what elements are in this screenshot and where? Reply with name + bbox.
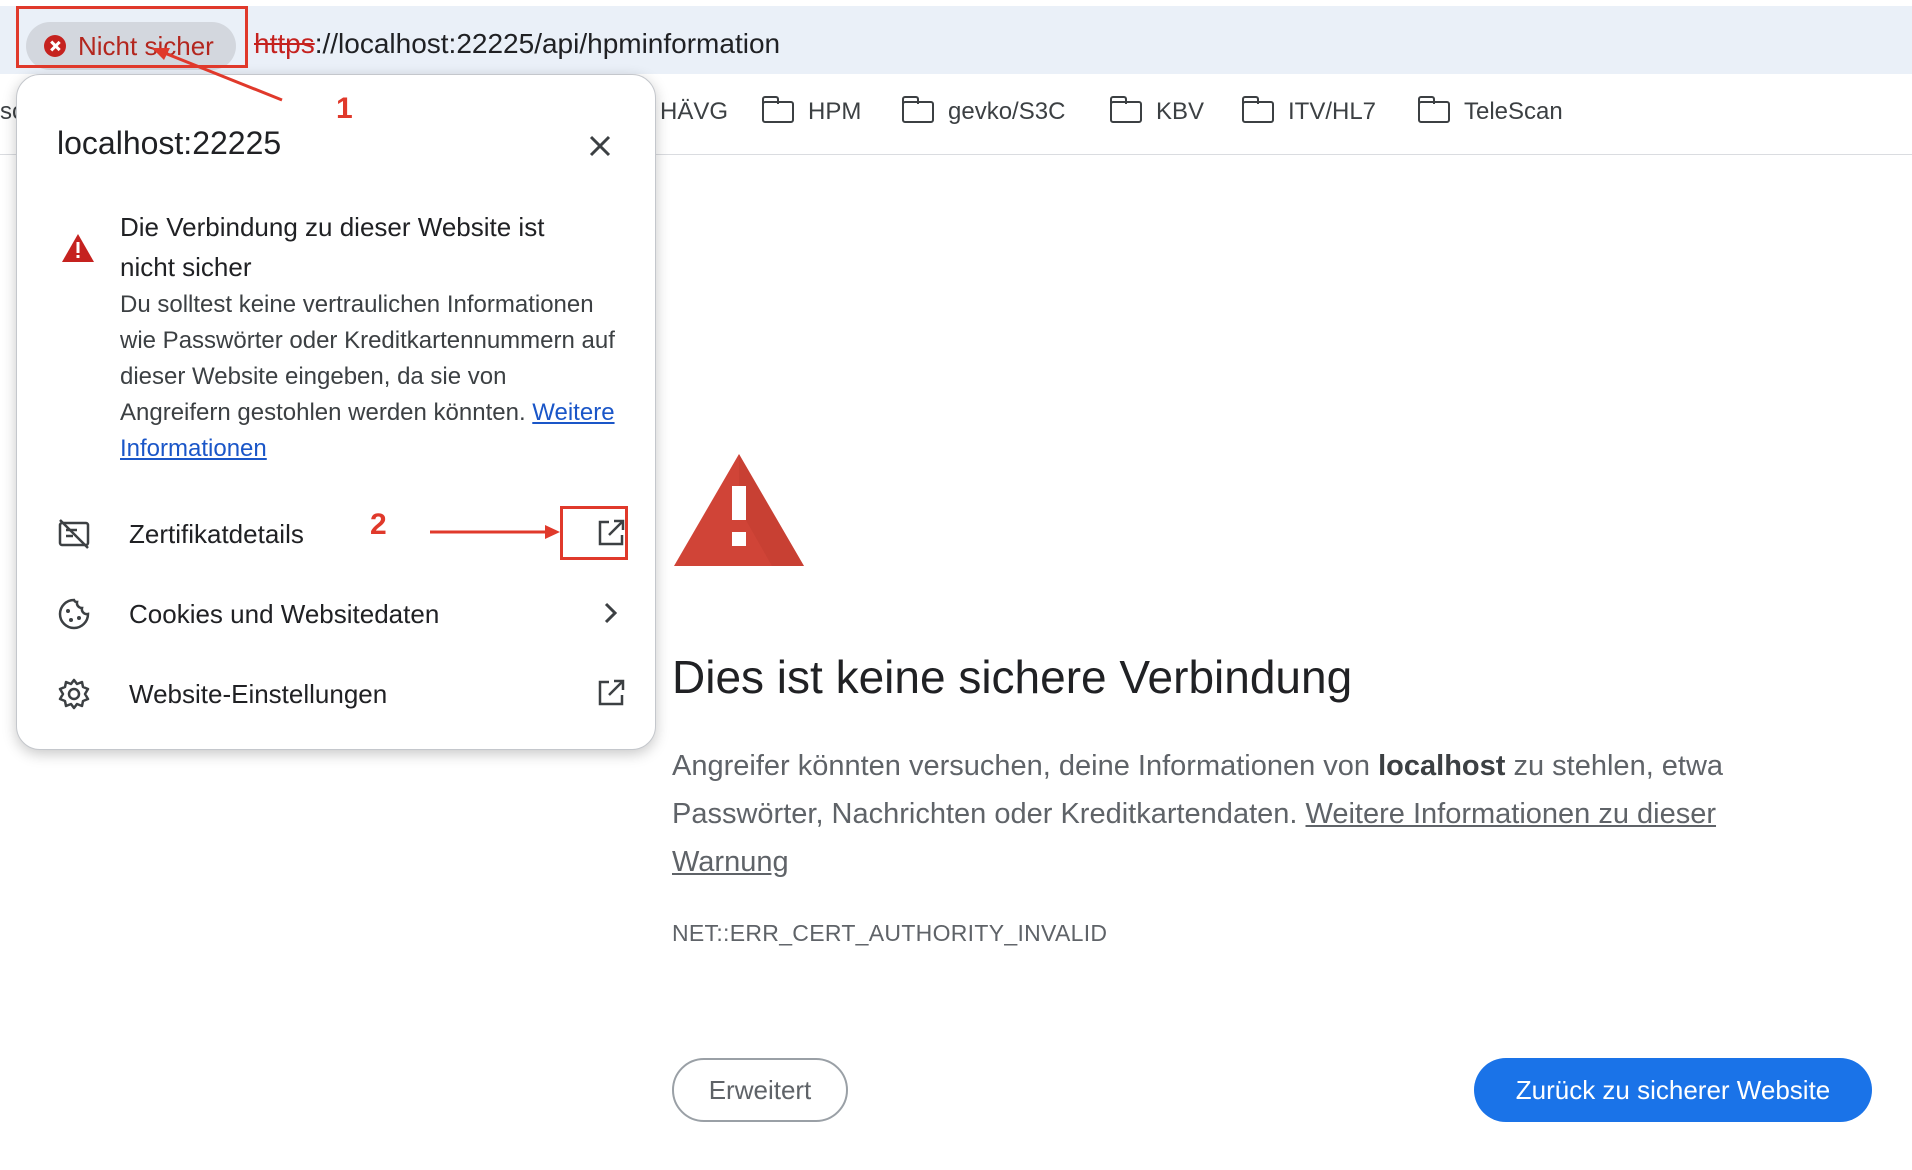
annotation-arrows (152, 48, 560, 539)
